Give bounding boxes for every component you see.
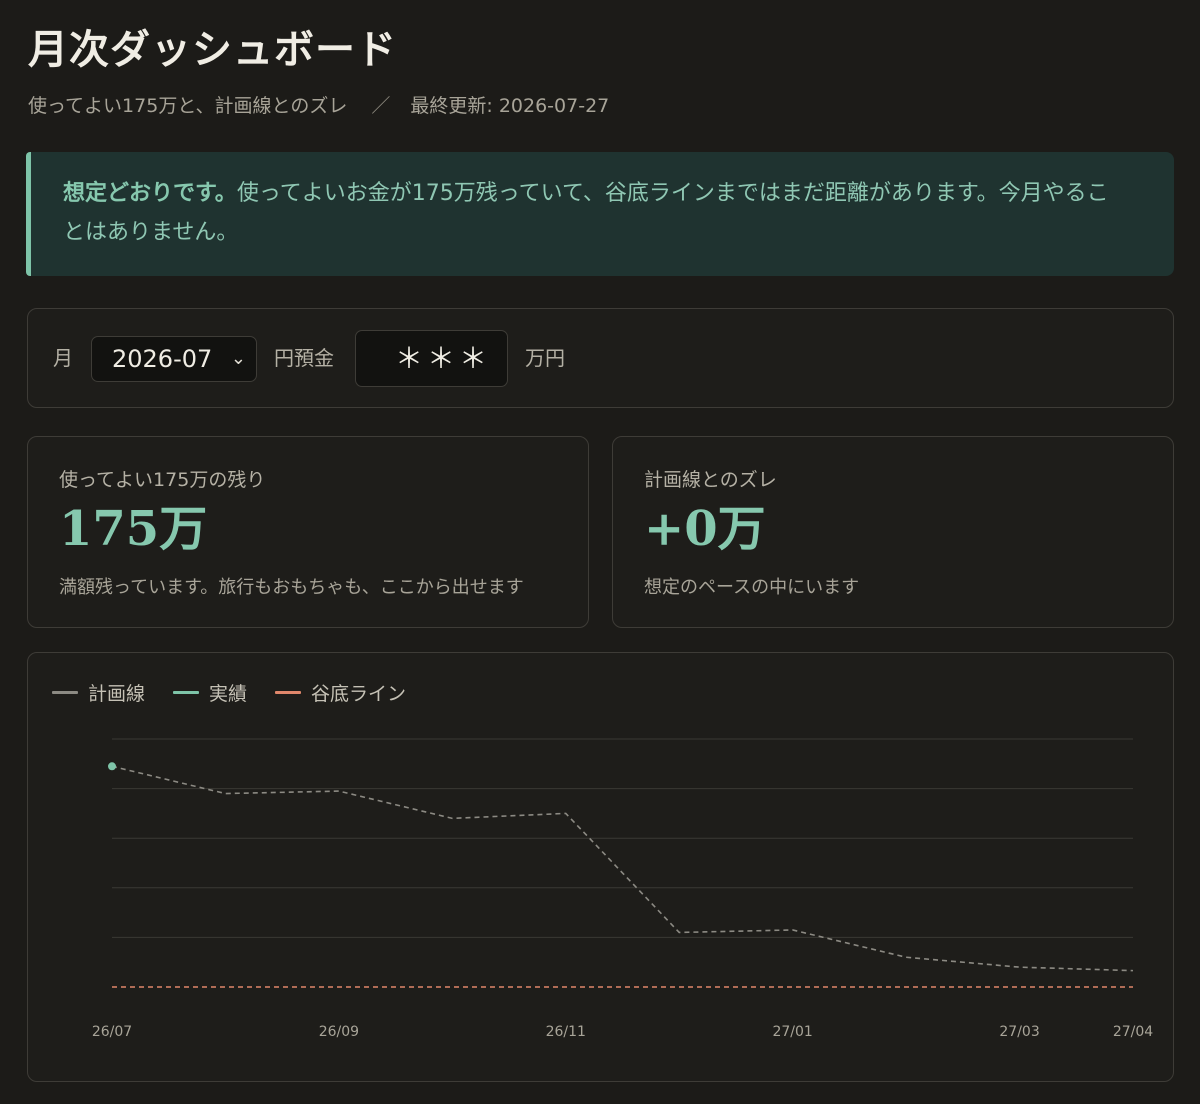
subtitle-separator: ／ <box>371 95 391 117</box>
notice-lead: 想定どおりです。 <box>63 181 237 206</box>
x-tick-label: 26/11 <box>546 1024 586 1040</box>
page-subtitle: 使ってよい175万と、計画線とのズレ ／ 最終更新: 2026-07-27 <box>28 92 609 120</box>
subtitle-text: 使ってよい175万と、計画線とのズレ <box>28 95 348 117</box>
page-title: 月次ダッシュボード <box>28 26 397 73</box>
series-line-0 <box>111 765 1134 972</box>
plan-deviation-value: +0万 <box>644 501 766 557</box>
x-tick-label: 26/09 <box>319 1024 359 1040</box>
controls-panel: 月 2026-07 ⌄ 円預金 ＊＊＊ 万円 <box>27 308 1174 408</box>
status-notice: 想定どおりです。使ってよいお金が175万残っていて、谷底ラインまではまだ距離があ… <box>26 152 1174 276</box>
remaining-budget-card: 使ってよい175万の残り 175万 満額残っています。旅行もおもちゃも、ここから… <box>27 436 589 628</box>
deposit-input[interactable]: ＊＊＊ <box>355 330 508 387</box>
remaining-budget-value: 175万 <box>59 501 208 557</box>
month-select[interactable]: 2026-07 ⌄ <box>91 336 257 382</box>
deposit-unit: 万円 <box>525 346 565 370</box>
x-tick-label: 27/01 <box>772 1024 812 1040</box>
data-point <box>108 762 116 771</box>
deposit-label: 円預金 <box>274 346 334 370</box>
chevron-down-icon: ⌄ <box>230 348 246 369</box>
x-tick-label: 27/03 <box>999 1024 1039 1040</box>
plan-deviation-label: 計画線とのズレ <box>644 469 777 491</box>
remaining-budget-note: 満額残っています。旅行もおもちゃも、ここから出せます <box>59 577 524 598</box>
line-chart: 26/07 26/09 26/11 27/01 27/03 27/04 <box>92 738 1153 1040</box>
plan-deviation-note: 想定のペースの中にいます <box>644 577 860 598</box>
remaining-budget-label: 使ってよい175万の残り <box>59 469 266 491</box>
dashboard-page: 月次ダッシュボード 使ってよい175万と、計画線とのズレ ／ 最終更新: 2026-… <box>0 0 1200 1104</box>
x-tick-label: 27/04 <box>1113 1024 1153 1040</box>
plan-deviation-card: 計画線とのズレ +0万 想定のペースの中にいます <box>612 436 1174 628</box>
last-updated: 最終更新: 2026-07-27 <box>410 95 610 117</box>
chart-card: 計画線 実績 谷底ライン 26/07 26/09 26/11 27/01 27/03 27… <box>27 652 1174 1082</box>
month-label: 月 <box>53 346 73 370</box>
x-tick-label: 26/07 <box>92 1024 132 1040</box>
month-select-value: 2026-07 <box>112 345 213 373</box>
